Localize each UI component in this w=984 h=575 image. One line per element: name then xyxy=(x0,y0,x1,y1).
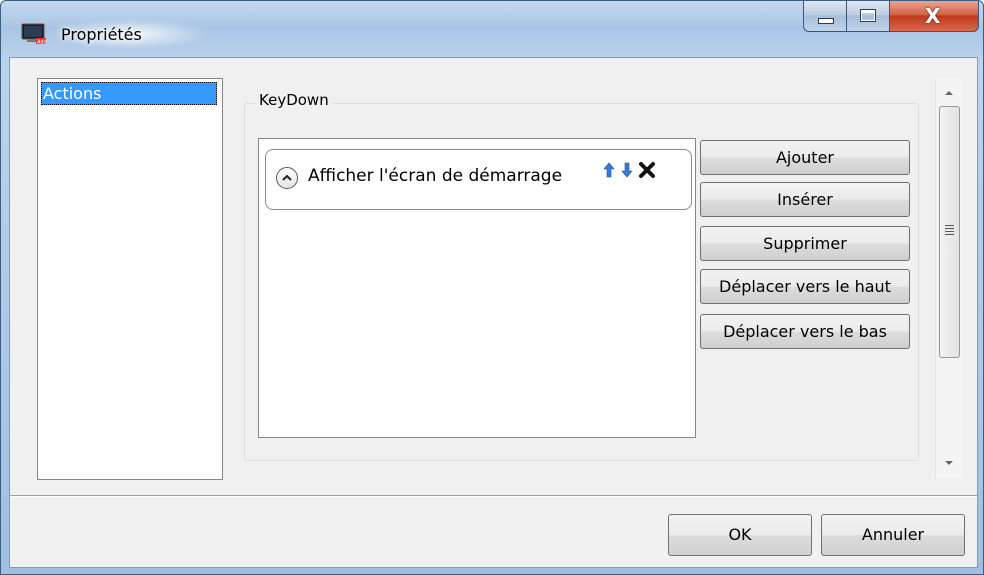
move-down-button[interactable]: Déplacer vers le bas xyxy=(700,314,910,349)
insert-button[interactable]: Insérer xyxy=(700,182,910,217)
action-item[interactable]: Afficher l'écran de démarrage xyxy=(265,149,692,210)
maximize-button[interactable] xyxy=(846,1,890,32)
minimize-icon xyxy=(818,18,834,24)
move-up-button[interactable]: Déplacer vers le haut xyxy=(700,269,910,304)
cancel-button[interactable]: Annuler xyxy=(821,514,965,556)
delete-x-icon[interactable] xyxy=(638,161,656,179)
vertical-scrollbar[interactable] xyxy=(935,78,962,478)
grip-icon xyxy=(945,225,954,237)
ok-button[interactable]: OK xyxy=(668,514,812,556)
move-down-arrow-icon[interactable] xyxy=(621,162,633,178)
actions-listbox[interactable]: Afficher l'écran de démarrage xyxy=(258,138,696,438)
close-icon: X xyxy=(925,4,941,28)
list-item-label: Actions xyxy=(43,84,102,103)
dialog-client-area: Actions KeyDown Afficher l'écran de déma… xyxy=(9,57,978,568)
scroll-up-arrow-icon[interactable] xyxy=(936,80,962,106)
footer-divider xyxy=(10,495,977,496)
move-up-arrow-icon[interactable] xyxy=(603,162,615,178)
category-list[interactable]: Actions xyxy=(37,78,223,480)
action-label: Afficher l'écran de démarrage xyxy=(308,166,563,186)
scroll-down-arrow-icon[interactable] xyxy=(936,450,962,476)
minimize-button[interactable] xyxy=(803,1,847,32)
scroll-thumb[interactable] xyxy=(939,106,960,358)
close-button[interactable]: X xyxy=(889,1,979,32)
list-item-actions[interactable]: Actions xyxy=(41,82,217,105)
properties-window: Add Propriétés X Actions KeyDown Affiche… xyxy=(0,0,984,575)
window-title: Propriétés xyxy=(61,25,142,44)
app-monitor-icon: Add xyxy=(21,23,47,45)
add-button[interactable]: Ajouter xyxy=(700,140,910,175)
svg-text:Add: Add xyxy=(37,40,47,46)
group-label: KeyDown xyxy=(255,91,333,109)
delete-button[interactable]: Supprimer xyxy=(700,226,910,261)
maximize-icon xyxy=(860,9,876,22)
expand-up-icon[interactable] xyxy=(276,167,298,189)
